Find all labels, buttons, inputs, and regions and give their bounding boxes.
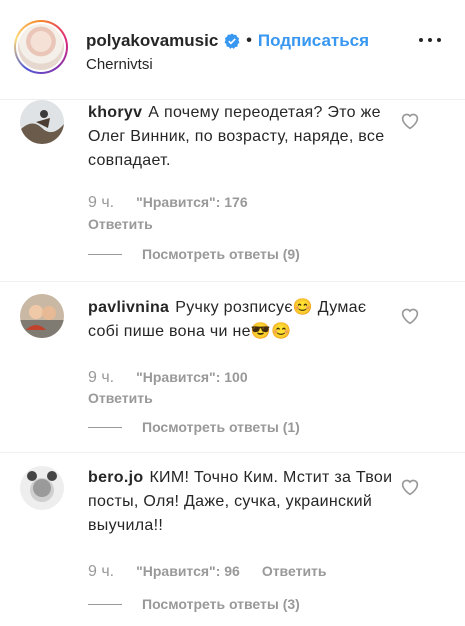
comment-likes[interactable]: "Нравится": 100 xyxy=(136,369,247,385)
view-replies-button[interactable]: Посмотреть ответы (1) xyxy=(88,419,300,435)
comment-time[interactable]: 9 ч. xyxy=(88,194,114,211)
comment-text-block: khoryv А почему переодетая? Это же Олег В… xyxy=(88,101,393,173)
username-line: polyakovamusic • Подписаться xyxy=(86,31,369,51)
reply-button[interactable]: Ответить xyxy=(262,563,327,579)
comment-time[interactable]: 9 ч. xyxy=(88,369,114,386)
comment-meta: 9 ч. "Нравится": 96 Ответить xyxy=(88,563,327,581)
comment-likes[interactable]: "Нравится": 176 xyxy=(136,194,247,210)
view-replies-button[interactable]: Посмотреть ответы (3) xyxy=(88,596,300,612)
comment-text-block: bero.jo КИМ! Точно Ким. Мстит за Твои пос… xyxy=(88,466,393,538)
comment-username[interactable]: khoryv xyxy=(88,104,142,121)
separator-dot: • xyxy=(246,32,252,49)
post-header: polyakovamusic • Подписаться Chernivtsi xyxy=(0,0,465,100)
comment-username[interactable]: pavlivnina xyxy=(88,299,169,316)
comment-divider xyxy=(0,281,465,282)
profile-avatar[interactable] xyxy=(14,20,68,74)
comment-username[interactable]: bero.jo xyxy=(88,469,143,486)
like-heart-icon[interactable] xyxy=(400,112,420,130)
like-heart-icon[interactable] xyxy=(400,307,420,325)
view-replies-label: Посмотреть ответы (9) xyxy=(142,246,300,262)
view-replies-label: Посмотреть ответы (1) xyxy=(142,419,300,435)
view-replies-button[interactable]: Посмотреть ответы (9) xyxy=(88,246,300,262)
comment-meta: 9 ч. "Нравится": 100 xyxy=(88,369,248,387)
reply-button[interactable]: Ответить xyxy=(88,216,153,232)
more-options-icon[interactable] xyxy=(419,38,441,42)
follow-button[interactable]: Подписаться xyxy=(258,31,369,51)
comment-time[interactable]: 9 ч. xyxy=(88,563,114,580)
commenter-avatar[interactable] xyxy=(20,294,64,338)
like-heart-icon[interactable] xyxy=(400,478,420,496)
comment-divider xyxy=(0,452,465,453)
profile-username[interactable]: polyakovamusic xyxy=(86,31,218,51)
commenter-avatar[interactable] xyxy=(20,100,64,144)
reply-button[interactable]: Ответить xyxy=(88,390,153,406)
comment-meta: 9 ч. "Нравится": 176 xyxy=(88,194,248,212)
comment-text-block: pavlivnina Ручку розписує😊 Думає собі пиш… xyxy=(88,296,393,344)
location-link[interactable]: Chernivtsi xyxy=(86,56,153,73)
comment-likes[interactable]: "Нравится": 96 xyxy=(136,563,240,579)
view-replies-label: Посмотреть ответы (3) xyxy=(142,596,300,612)
verified-badge-icon xyxy=(224,33,240,49)
commenter-avatar[interactable] xyxy=(20,466,64,510)
